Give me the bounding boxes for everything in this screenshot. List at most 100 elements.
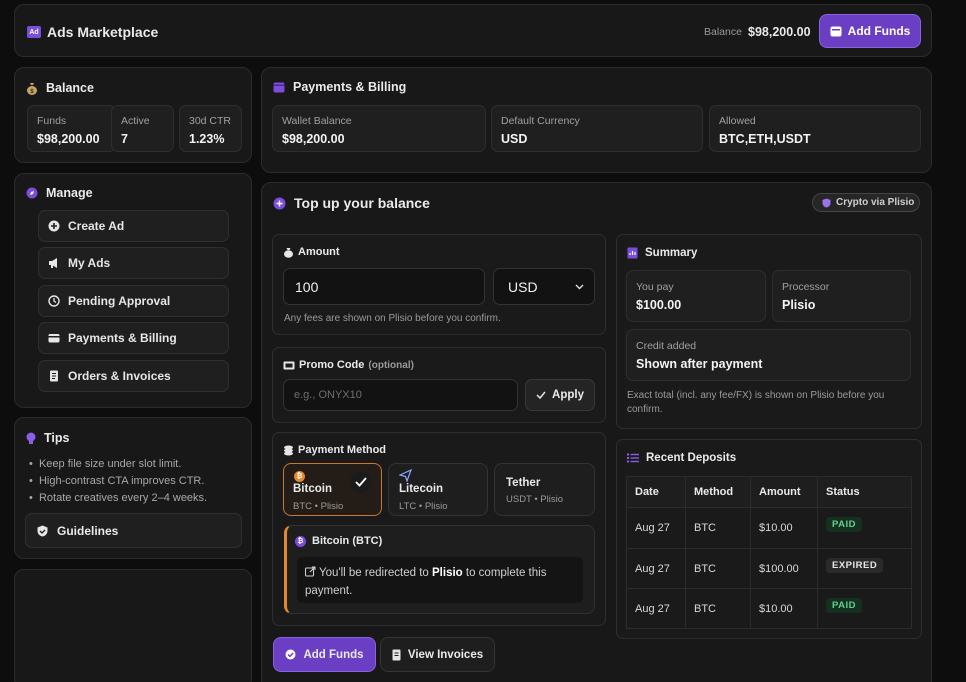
guidelines-label: Guidelines [57,523,119,538]
view-invoices-label: View Invoices [407,648,484,661]
nav-orders-invoices-label: Orders & Invoices [68,369,171,383]
clock-icon [48,295,60,307]
ad-icon: Ad [27,26,41,38]
amount-input[interactable]: 100 [283,268,485,305]
status-badge: PAID [826,598,862,613]
svg-text:$: $ [30,88,34,95]
tips-panel: Tips • Keep file size under slot limit. … [14,417,252,559]
coins-icon [283,445,294,456]
tips-list: • Keep file size under slot limit. • Hig… [29,456,207,507]
payments-billing-title: Payments & Billing [293,80,407,94]
credit-stat: Credit added Shown after payment [626,329,911,381]
credit-label: Credit added [636,340,697,352]
table-row: Aug 27 BTC $10.00 PAID [626,588,912,629]
add-funds-button[interactable]: Add Funds [273,637,376,672]
notice-text-1: You'll be redirected to [319,567,433,579]
view-invoices-button[interactable]: View Invoices [380,637,495,672]
payment-method-section: Payment Method ₿ Bitcoin BTC • Plisio Li… [272,432,606,626]
app-title: Ads Marketplace [47,24,159,40]
promo-input[interactable]: e.g., ONYX10 [283,379,518,411]
receipt-icon [627,247,638,259]
deposit-status-cell: PAID [817,507,912,549]
deposit-status-cell: EXPIRED [817,548,912,589]
you-pay-value: $100.00 [636,298,682,312]
method-option-tether[interactable]: Tether USDT • Plisio [494,463,595,516]
shield-icon [37,525,48,537]
summary-note: Exact total (incl. any fee/FX) is shown … [627,390,885,415]
currency-select-value: USD [508,278,538,295]
nav-pending-approval-label: Pending Approval [68,294,171,308]
deposit-amount: $10.00 [750,588,818,629]
header-balance-label: Balance [704,26,742,38]
money-bag-icon [283,247,294,258]
deposit-method: BTC [685,588,751,629]
nav-orders-invoices[interactable]: Orders & Invoices [38,360,229,392]
funds-stat: Funds $98,200.00 [27,105,116,152]
you-pay-label: You pay [636,281,674,293]
external-link-icon [305,566,316,577]
guidelines-button[interactable]: Guidelines [25,513,242,548]
recent-deposits-title: Recent Deposits [646,452,737,464]
funds-value: $98,200.00 [37,132,100,146]
deposits-table: Date Method Amount Status Aug 27 BTC $10… [626,476,912,629]
notice-bold: Plisio [432,567,463,579]
top-header: Ad Ads Marketplace Balance $98,200.00 Ad… [14,4,932,57]
column-header-status: Status [817,476,912,508]
manage-panel: Manage Create Ad My Ads Pending Approval… [14,173,252,408]
table-row: Aug 27 BTC $10.00 PAID [626,507,912,549]
promo-label: Promo Code [299,359,365,371]
active-value: 7 [121,132,128,146]
allowed-value: BTC,ETH,USDT [719,132,811,146]
deposit-method: BTC [685,507,751,549]
header-add-funds-button[interactable]: Add Funds [819,14,921,48]
ctr-label: 30d CTR [189,115,232,127]
crypto-badge: Crypto via Plisio [812,193,920,212]
nav-pending-approval[interactable]: Pending Approval [38,285,229,317]
nav-my-ads[interactable]: My Ads [38,247,229,279]
tips-title: Tips [44,431,70,445]
balance-panel: $ Balance Funds $98,200.00 Active 7 30d … [14,67,252,163]
nav-payments-billing[interactable]: Payments & Billing [38,322,229,354]
column-header-method: Method [685,476,751,508]
nav-my-ads-label: My Ads [68,256,111,270]
promo-input-placeholder: e.g., ONYX10 [294,389,362,401]
plus-circle-icon [273,197,286,210]
apply-button[interactable]: Apply [525,379,595,411]
check-circle-icon [285,649,296,660]
status-badge: EXPIRED [826,558,884,573]
currency-select[interactable]: USD [493,268,595,305]
selected-check-icon [350,471,372,493]
chevron-down-icon [575,284,584,290]
nav-create-ad[interactable]: Create Ad [38,210,229,242]
add-funds-label: Add Funds [303,648,364,661]
receipt-icon [392,649,401,661]
nav-create-ad-label: Create Ad [68,219,125,233]
default-currency-label: Default Currency [501,115,580,127]
topup-title: Top up your balance [294,195,430,211]
litecoin-sub: LTC • Plisio [399,501,448,512]
check-icon [536,391,546,399]
recent-deposits-section: Recent Deposits Date Method Amount Statu… [616,439,922,639]
list-icon [627,453,639,463]
crypto-badge-label: Crypto via Plisio [836,197,915,208]
tip-item: • Keep file size under slot limit. [29,458,182,470]
method-option-bitcoin[interactable]: ₿ Bitcoin BTC • Plisio [283,463,382,516]
status-badge: PAID [826,517,862,532]
method-option-litecoin[interactable]: Litecoin LTC • Plisio [388,463,488,516]
notice-body: You'll be redirected to Plisio to comple… [297,557,583,603]
wallet-balance-label: Wallet Balance [282,115,352,127]
money-bag-icon: $ [26,82,38,95]
summary-title: Summary [645,247,698,259]
credit-value: Shown after payment [636,357,763,371]
allowed-stat: Allowed BTC,ETH,USDT [709,105,921,152]
ticket-icon [283,361,295,370]
summary-section: Summary You pay $100.00 Processor Plisio… [616,234,922,429]
promo-section: Promo Code (optional) e.g., ONYX10 Apply [272,347,606,423]
ctr-stat: 30d CTR 1.23% [179,105,242,152]
amount-hint: Any fees are shown on Plisio before you … [284,313,501,324]
column-header-amount: Amount [750,476,818,508]
bitcoin-sub: BTC • Plisio [293,501,344,512]
default-currency-stat: Default Currency USD [491,105,703,152]
deposit-amount: $10.00 [750,507,818,549]
receipt-icon [48,370,60,382]
